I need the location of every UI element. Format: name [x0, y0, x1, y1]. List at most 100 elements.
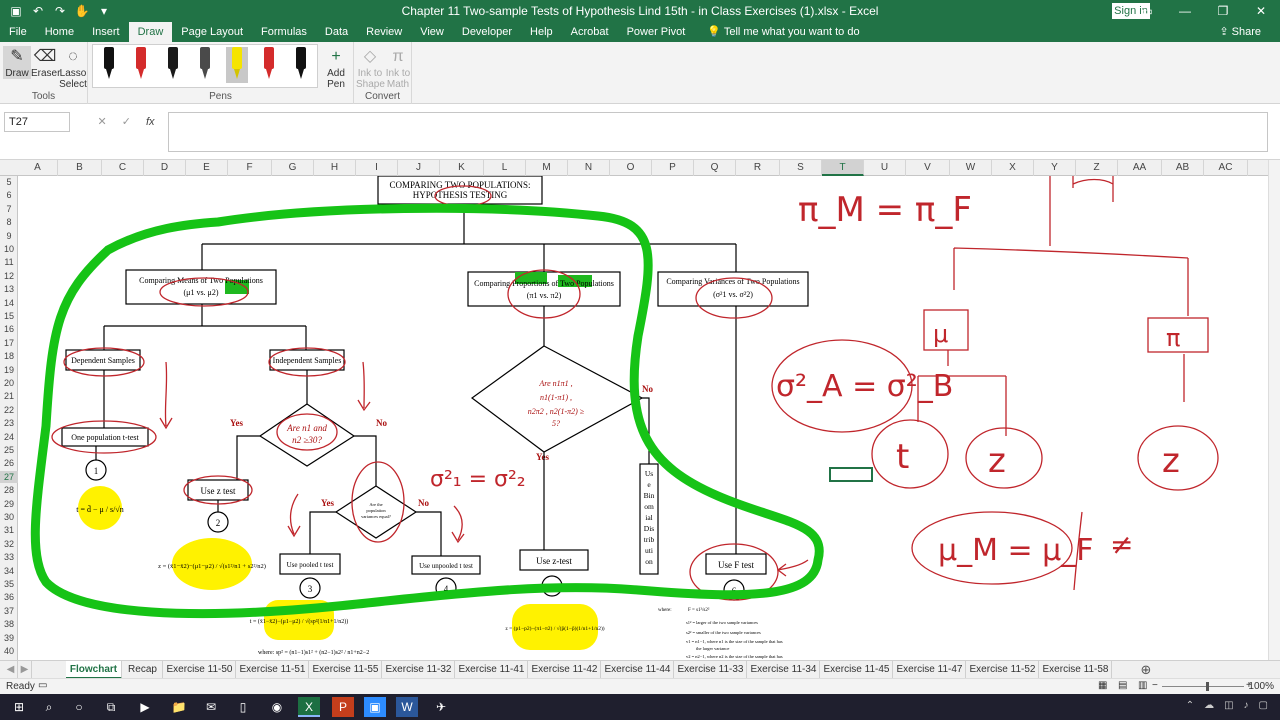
tray-chevron-icon[interactable]: ⌃: [1186, 700, 1194, 711]
page-layout-view-icon[interactable]: ▤: [1118, 680, 1127, 691]
column-header-e[interactable]: E: [186, 160, 228, 176]
column-header-b[interactable]: B: [58, 160, 102, 176]
sheet-tab-exercise-11-52[interactable]: Exercise 11-52: [967, 661, 1039, 679]
column-header-k[interactable]: K: [440, 160, 484, 176]
share-button[interactable]: ⇪ Share: [1210, 22, 1270, 42]
cortana-icon[interactable]: ○: [68, 697, 90, 717]
column-header-z[interactable]: Z: [1076, 160, 1118, 176]
sheet-tab-exercise-11-45[interactable]: Exercise 11-45: [821, 661, 893, 679]
column-header-o[interactable]: O: [610, 160, 652, 176]
enter-icon[interactable]: ✓: [122, 112, 131, 132]
column-header-t[interactable]: T: [822, 160, 864, 176]
sheet-tab-recap[interactable]: Recap: [123, 661, 163, 679]
row-header-11[interactable]: 11: [0, 256, 18, 268]
column-header-x[interactable]: X: [992, 160, 1034, 176]
row-header-13[interactable]: 13: [0, 283, 18, 295]
network-icon[interactable]: ◫: [1224, 700, 1233, 711]
column-header-r[interactable]: R: [736, 160, 780, 176]
tab-view[interactable]: View: [411, 22, 453, 42]
column-header-s[interactable]: S: [780, 160, 822, 176]
tab-power-pivot[interactable]: Power Pivot: [618, 22, 695, 42]
row-header-17[interactable]: 17: [0, 337, 18, 349]
tell-me-search[interactable]: 💡 Tell me what you want to do: [698, 22, 868, 42]
excel-taskbar-icon[interactable]: X: [298, 697, 320, 717]
restore-icon[interactable]: ❐: [1204, 0, 1242, 22]
cloud-icon[interactable]: ☁: [1204, 700, 1214, 711]
row-header-12[interactable]: 12: [0, 270, 18, 282]
tab-acrobat[interactable]: Acrobat: [562, 22, 618, 42]
row-header-24[interactable]: 24: [0, 431, 18, 443]
sheet-tab-exercise-11-55[interactable]: Exercise 11-55: [310, 661, 382, 679]
row-header-21[interactable]: 21: [0, 390, 18, 402]
column-header-y[interactable]: Y: [1034, 160, 1076, 176]
column-header-m[interactable]: M: [526, 160, 568, 176]
zoom-level[interactable]: 100%: [1248, 681, 1274, 692]
column-header-j[interactable]: J: [398, 160, 440, 176]
row-header-7[interactable]: 7: [0, 203, 18, 215]
row-header-19[interactable]: 19: [0, 364, 18, 376]
row-header-32[interactable]: 32: [0, 538, 18, 550]
sheet-tab-exercise-11-32[interactable]: Exercise 11-32: [383, 661, 455, 679]
zoom-app-icon[interactable]: ▣: [364, 697, 386, 717]
row-header-39[interactable]: 39: [0, 632, 18, 644]
word-taskbar-icon[interactable]: W: [396, 697, 418, 717]
task-view-icon[interactable]: ⧉: [100, 697, 122, 717]
pen-4[interactable]: [194, 47, 216, 83]
search-icon[interactable]: ⌕: [38, 697, 60, 717]
tab-home[interactable]: Home: [36, 22, 83, 42]
sheet-tab-exercise-11-47[interactable]: Exercise 11-47: [894, 661, 966, 679]
row-header-30[interactable]: 30: [0, 511, 18, 523]
file-explorer-icon[interactable]: 📁: [168, 697, 190, 717]
page-break-view-icon[interactable]: ▥: [1138, 680, 1147, 691]
cancel-icon[interactable]: ✕: [98, 112, 107, 132]
volume-icon[interactable]: ♪: [1244, 700, 1249, 711]
column-header-n[interactable]: N: [568, 160, 610, 176]
row-header-34[interactable]: 34: [0, 565, 18, 577]
row-header-36[interactable]: 36: [0, 591, 18, 603]
sheet-tab-exercise-11-33[interactable]: Exercise 11-33: [675, 661, 747, 679]
customize-qat-icon[interactable]: ▾: [96, 4, 112, 18]
normal-view-icon[interactable]: ▦: [1098, 680, 1107, 691]
column-header-ab[interactable]: AB: [1162, 160, 1204, 176]
row-header-37[interactable]: 37: [0, 605, 18, 617]
redo-icon[interactable]: ↷: [52, 4, 68, 18]
pen-3[interactable]: [162, 47, 184, 83]
ink-to-shape-button[interactable]: ◇ Ink to Shape: [356, 46, 385, 90]
tab-help[interactable]: Help: [521, 22, 562, 42]
column-header-w[interactable]: W: [950, 160, 992, 176]
column-header-i[interactable]: I: [356, 160, 398, 176]
chrome-icon[interactable]: ◉: [266, 697, 288, 717]
row-header-5[interactable]: 5: [0, 176, 18, 188]
mail-icon[interactable]: ✉: [200, 697, 222, 717]
column-header-ac[interactable]: AC: [1204, 160, 1248, 176]
save-icon[interactable]: ▣: [8, 4, 24, 18]
sheet-tab-exercise-11-34[interactable]: Exercise 11-34: [748, 661, 820, 679]
row-header-6[interactable]: 6: [0, 189, 18, 201]
ribbon-display-icon[interactable]: ▭: [1128, 0, 1166, 22]
sheet-tab-exercise-11-41[interactable]: Exercise 11-41: [456, 661, 528, 679]
column-header-v[interactable]: V: [906, 160, 950, 176]
row-header-16[interactable]: 16: [0, 323, 18, 335]
prev-sheet-icon[interactable]: ◀: [4, 661, 18, 679]
row-header-33[interactable]: 33: [0, 551, 18, 563]
close-icon[interactable]: ✕: [1242, 0, 1280, 22]
name-box[interactable]: T27: [4, 112, 70, 132]
sheet-tab-exercise-11-42[interactable]: Exercise 11-42: [529, 661, 601, 679]
draw-tool-button[interactable]: ✎ Draw: [3, 46, 31, 79]
column-header-h[interactable]: H: [314, 160, 356, 176]
column-header-g[interactable]: G: [272, 160, 314, 176]
row-header-9[interactable]: 9: [0, 230, 18, 242]
ink-to-math-button[interactable]: π Ink to Math: [384, 46, 412, 90]
row-header-28[interactable]: 28: [0, 484, 18, 496]
row-header-25[interactable]: 25: [0, 444, 18, 456]
row-header-27[interactable]: 27: [0, 470, 18, 483]
sheet-tab-flowchart[interactable]: Flowchart: [66, 661, 122, 679]
zoom-slider[interactable]: [1162, 682, 1244, 691]
app-icon[interactable]: ✈: [430, 697, 452, 717]
sheet-tab-exercise-11-50[interactable]: Exercise 11-50: [164, 661, 236, 679]
vertical-scrollbar[interactable]: [1268, 160, 1280, 660]
tab-review[interactable]: Review: [357, 22, 411, 42]
sheet-tab-exercise-11-58[interactable]: Exercise 11-58: [1040, 661, 1112, 679]
column-header-a[interactable]: A: [18, 160, 58, 176]
row-header-40[interactable]: 40: [0, 645, 18, 657]
